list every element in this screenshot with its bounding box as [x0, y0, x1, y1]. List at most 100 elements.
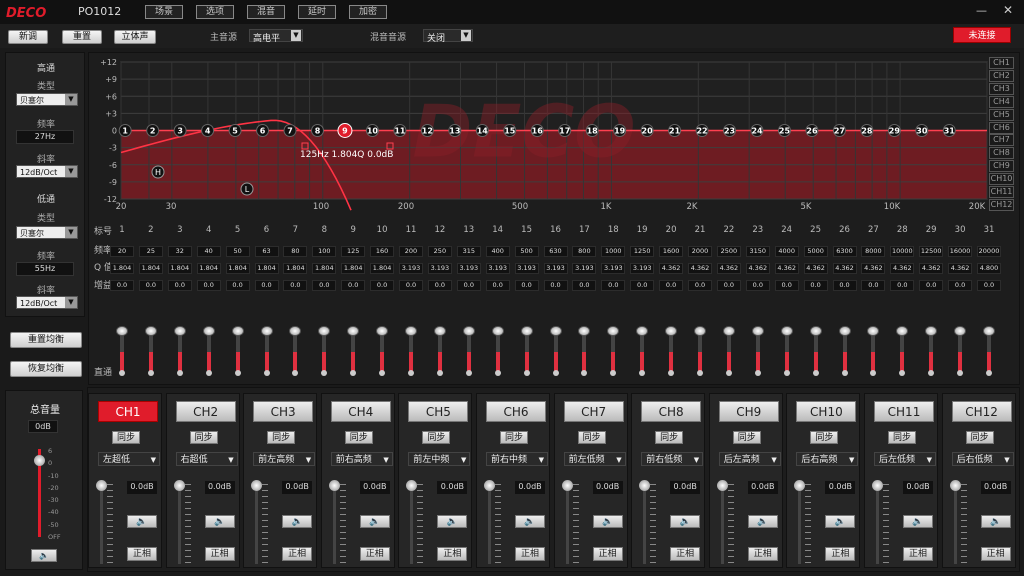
bypass-toggle[interactable] — [725, 370, 732, 376]
channel-source-select[interactable]: 右超低 ▼ — [175, 452, 238, 466]
minimize-button[interactable]: — — [976, 4, 987, 17]
bypass-toggle[interactable] — [436, 370, 443, 376]
fader-knob[interactable] — [549, 326, 562, 336]
band-gain-cell[interactable]: 0.0 — [572, 280, 597, 291]
band-q-cell[interactable]: 1.804 — [341, 263, 366, 274]
bypass-toggle[interactable] — [205, 370, 212, 376]
menu-delay[interactable]: 延时 — [298, 5, 336, 19]
fader-knob[interactable] — [872, 480, 883, 491]
band-freq-cell[interactable]: 4000 — [774, 246, 799, 257]
band-gain-cell[interactable]: 0.0 — [861, 280, 886, 291]
hp-freq-value[interactable]: 27Hz — [16, 130, 74, 144]
bypass-toggle[interactable] — [581, 370, 588, 376]
band-gain-cell[interactable]: 0.0 — [225, 280, 250, 291]
lp-slope-select[interactable]: 12dB/Oct ▼ — [16, 296, 78, 309]
fader-knob[interactable] — [484, 480, 495, 491]
band-gain-fader[interactable] — [867, 326, 880, 374]
graph-channel-tab[interactable]: CH12 — [989, 198, 1014, 211]
band-q-cell[interactable]: 1.804 — [225, 263, 250, 274]
bypass-toggle[interactable] — [639, 370, 646, 376]
bypass-toggle[interactable] — [119, 370, 125, 376]
graph-channel-tab[interactable]: CH2 — [989, 69, 1014, 82]
band-q-cell[interactable]: 4.362 — [659, 263, 684, 274]
graph-channel-tab[interactable]: CH11 — [989, 186, 1014, 198]
band-gain-cell[interactable]: 0.0 — [919, 280, 944, 291]
menu-options[interactable]: 选项 — [196, 5, 234, 19]
band-gain-fader[interactable] — [665, 326, 678, 374]
mute-button[interactable]: 🔈 — [515, 515, 545, 528]
band-gain-fader[interactable] — [549, 326, 562, 374]
bypass-toggle[interactable] — [523, 370, 530, 376]
band-gain-fader[interactable] — [896, 326, 909, 374]
graph-channel-tab[interactable]: CH1 — [989, 57, 1014, 69]
fader-knob[interactable] — [636, 326, 649, 336]
fader-knob[interactable] — [896, 326, 909, 336]
graph-channel-tab[interactable]: CH3 — [989, 82, 1014, 95]
band-q-cell[interactable]: 1.804 — [370, 263, 395, 274]
fader-knob[interactable] — [925, 326, 938, 336]
bypass-toggle[interactable] — [263, 370, 270, 376]
band-q-cell[interactable]: 3.193 — [427, 263, 452, 274]
stereo-button[interactable]: 立体声 — [114, 30, 156, 44]
band-q-cell[interactable]: 1.804 — [167, 263, 192, 274]
band-q-cell[interactable]: 1.804 — [283, 263, 308, 274]
fader-knob[interactable] — [328, 480, 340, 491]
bypass-toggle[interactable] — [494, 370, 501, 376]
band-q-cell[interactable]: 1.804 — [110, 263, 134, 274]
band-gain-cell[interactable]: 0.0 — [341, 280, 366, 291]
band-q-cell[interactable]: 4.362 — [861, 263, 886, 274]
bypass-toggle[interactable] — [812, 370, 819, 376]
band-freq-cell[interactable]: 630 — [543, 246, 568, 257]
menu-encrypt[interactable]: 加密 — [349, 5, 387, 19]
fader-knob[interactable] — [751, 326, 764, 336]
channel-volume-fader[interactable] — [794, 480, 806, 564]
master-mute-button[interactable]: 🔈 — [31, 549, 57, 562]
fader-knob[interactable] — [716, 480, 728, 491]
band-gain-fader[interactable] — [838, 326, 851, 374]
mute-button[interactable]: 🔈 — [127, 515, 157, 528]
band-freq-cell[interactable]: 100 — [312, 246, 337, 257]
fader-knob[interactable] — [520, 326, 533, 336]
mute-button[interactable]: 🔈 — [980, 515, 1011, 528]
phase-button[interactable]: 正相 — [592, 547, 623, 561]
channel-button-5[interactable]: CH5 — [408, 401, 469, 422]
channel-volume-fader[interactable] — [328, 480, 340, 564]
mute-button[interactable]: 🔈 — [825, 515, 856, 528]
band-q-cell[interactable]: 4.362 — [745, 263, 770, 274]
band-freq-cell[interactable]: 40 — [196, 246, 221, 257]
fader-knob[interactable] — [231, 326, 244, 336]
mute-button[interactable]: 🔈 — [204, 515, 235, 528]
sync-button[interactable]: 同步 — [965, 431, 994, 444]
channel-source-select[interactable]: 前右高频 ▼ — [330, 452, 393, 466]
band-gain-fader[interactable] — [405, 326, 417, 374]
band-freq-cell[interactable]: 2000 — [688, 246, 712, 257]
bypass-toggle[interactable] — [408, 370, 414, 376]
band-gain-cell[interactable]: 0.0 — [688, 280, 712, 291]
channel-button-12[interactable]: CH12 — [951, 401, 1012, 422]
fader-knob[interactable] — [838, 326, 851, 336]
bypass-toggle[interactable] — [465, 370, 472, 376]
channel-source-select[interactable]: 后左低频 ▼ — [874, 452, 936, 466]
band-gain-fader[interactable] — [231, 326, 244, 374]
band-q-cell[interactable]: 3.193 — [456, 263, 481, 274]
channel-button-4[interactable]: CH4 — [330, 401, 391, 422]
band-q-cell[interactable]: 1.804 — [312, 263, 337, 274]
band-gain-cell[interactable]: 0.0 — [312, 280, 337, 291]
fader-knob[interactable] — [96, 480, 107, 491]
band-gain-cell[interactable]: 0.0 — [774, 280, 799, 291]
main-source-select[interactable]: 高电平 ▼ — [249, 29, 303, 44]
graph-channel-tab[interactable]: CH7 — [989, 134, 1014, 147]
band-gain-cell[interactable]: 0.0 — [832, 280, 857, 291]
band-freq-cell[interactable]: 3150 — [745, 246, 770, 257]
band-gain-fader[interactable] — [491, 326, 504, 374]
channel-volume-fader[interactable] — [872, 480, 883, 564]
close-button[interactable]: ✕ — [1003, 3, 1013, 17]
phase-button[interactable]: 正相 — [825, 547, 856, 561]
bypass-toggle[interactable] — [350, 370, 357, 376]
band-freq-cell[interactable]: 50 — [225, 246, 250, 257]
band-gain-cell[interactable]: 0.0 — [254, 280, 279, 291]
band-freq-cell[interactable]: 20 — [110, 246, 134, 257]
sync-button[interactable]: 同步 — [577, 431, 606, 444]
channel-source-select[interactable]: 前右低频 ▼ — [641, 452, 704, 466]
mute-button[interactable]: 🔈 — [747, 515, 778, 528]
